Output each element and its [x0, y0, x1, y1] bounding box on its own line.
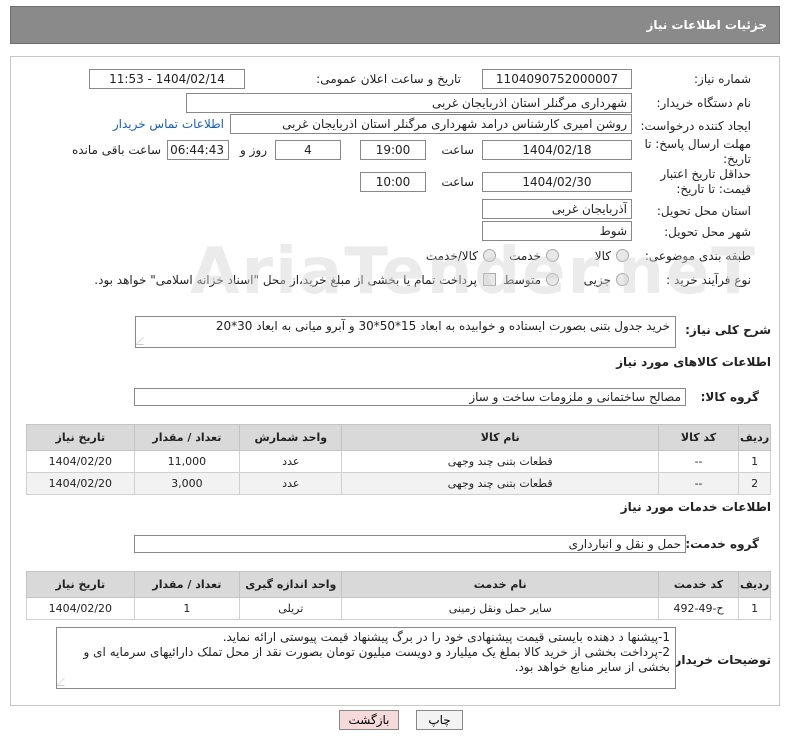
goods-cell-qty: 11,000	[133, 450, 241, 473]
creator-field[interactable]: روشن امیری کارشناس درامد شهرداری مرگنلر …	[230, 114, 632, 134]
details-panel: شماره نیاز: 1104090752000007 تاریخ و ساع…	[10, 56, 780, 706]
goods-table: ردیف کد کالا نام کالا واحد شمارش تعداد /…	[26, 424, 771, 495]
page-title: جزئیات اطلاعات نیاز	[646, 18, 767, 32]
goods-cell-code: --	[657, 472, 740, 495]
category-radio-goods-service[interactable]	[483, 249, 496, 262]
category-radio-goods[interactable]	[616, 249, 629, 262]
buyer-notes-textarea[interactable]: 1-پیشنها د دهنده بایستی قیمت پیشنهادی خو…	[56, 627, 676, 689]
deadline-time-label: ساعت	[441, 143, 474, 157]
deadline-label: مهلت ارسال پاسخ: تا تاریخ:	[644, 137, 751, 166]
category-radio-service[interactable]	[546, 249, 559, 262]
goods-table-header: ردیف کد کالا نام کالا واحد شمارش تعداد /…	[26, 424, 771, 451]
goods-cell-row: 1	[738, 450, 771, 473]
print-button[interactable]: چاپ	[416, 710, 463, 730]
goods-col-date: تاریخ نیاز	[26, 424, 135, 451]
goods-cell-unit: عدد	[239, 472, 343, 495]
province-field[interactable]: آذربایجان غربی	[482, 199, 632, 219]
process-radio-medium[interactable]	[546, 273, 559, 286]
goods-cell-unit: عدد	[239, 450, 343, 473]
province-label: استان محل تحویل:	[656, 204, 751, 218]
validity-time-label: ساعت	[441, 175, 474, 189]
buyer-org-field[interactable]: شهرداری مرگنلر استان اذربایجان غربی	[186, 93, 632, 113]
process-label: نوع فرآیند خرید :	[666, 273, 751, 287]
city-field[interactable]: شوط	[482, 221, 632, 241]
services-col-unit: واحد اندازه گیری	[239, 571, 343, 598]
buyer-notes-label: توضیحات خریدار:	[669, 653, 771, 667]
back-button[interactable]: بازگشت	[339, 710, 399, 730]
deadline-date-field[interactable]: 1404/02/18	[482, 140, 632, 160]
services-col-date: تاریخ نیاز	[26, 571, 135, 598]
services-cell-code: ح-49-492	[657, 597, 740, 620]
treasury-payment-note: پرداخت تمام یا بخشی از مبلغ خرید،از محل …	[94, 273, 477, 287]
need-number-field[interactable]: 1104090752000007	[482, 69, 632, 89]
goods-cell-date: 1404/02/20	[26, 472, 135, 495]
process-radio-minor[interactable]	[616, 273, 629, 286]
announce-label: تاریخ و ساعت اعلان عمومی:	[316, 72, 461, 86]
services-group-label: گروه خدمت:	[685, 537, 759, 551]
services-col-code: کد خدمت	[657, 571, 740, 598]
services-col-row: ردیف	[738, 571, 771, 598]
goods-col-name: نام کالا	[341, 424, 659, 451]
table-row[interactable]: 1 ح-49-492 سایر حمل ونقل زمینی تریلی 1 1…	[26, 597, 771, 620]
goods-cell-row: 2	[738, 472, 771, 495]
goods-cell-qty: 3,000	[133, 472, 241, 495]
resize-grip-icon[interactable]	[56, 678, 72, 686]
services-table-header: ردیف کد خدمت نام خدمت واحد اندازه گیری ت…	[26, 571, 771, 598]
goods-group-label: گروه کالا:	[700, 390, 759, 404]
category-option-service: خدمت	[509, 249, 541, 263]
category-option-goods-service: کالا/خدمت	[425, 249, 478, 263]
goods-cell-name: قطعات بتنی چند وجهی	[341, 450, 659, 473]
services-cell-unit: تریلی	[239, 597, 343, 620]
services-cell-qty: 1	[133, 597, 241, 620]
page-header: جزئیات اطلاعات نیاز	[10, 6, 780, 44]
goods-col-qty: تعداد / مقدار	[133, 424, 241, 451]
table-row[interactable]: 1 -- قطعات بتنی چند وجهی عدد 11,000 1404…	[26, 450, 771, 473]
services-col-name: نام خدمت	[341, 571, 659, 598]
days-field[interactable]: 4	[275, 140, 341, 160]
category-label: طبقه بندی موضوعی:	[644, 249, 751, 263]
goods-cell-code: --	[657, 450, 740, 473]
remaining-label: ساعت باقی مانده	[71, 143, 161, 157]
need-number-label: شماره نیاز:	[694, 72, 751, 86]
goods-section-title: اطلاعات کالاهای مورد نیاز	[616, 355, 771, 369]
description-textarea[interactable]: خرید جدول بتنی بصورت ایستاده و خوابیده ب…	[135, 316, 676, 348]
buyer-org-label: نام دستگاه خریدار:	[656, 96, 752, 110]
goods-col-code: کد کالا	[657, 424, 740, 451]
announce-field[interactable]: 1404/02/14 - 11:53	[89, 69, 245, 89]
services-table: ردیف کد خدمت نام خدمت واحد اندازه گیری ت…	[26, 571, 771, 620]
goods-cell-name: قطعات بتنی چند وجهی	[341, 472, 659, 495]
creator-label: ایجاد کننده درخواست:	[640, 119, 751, 133]
services-col-qty: تعداد / مقدار	[133, 571, 241, 598]
buyer-contact-link[interactable]: اطلاعات تماس خریدار	[113, 117, 224, 131]
goods-col-row: ردیف	[738, 424, 771, 451]
buyer-notes-line-2: 2-پرداخت بخشی از خرید کالا بملغ یک میلیا…	[83, 645, 670, 674]
city-label: شهر محل تحویل:	[664, 225, 751, 239]
category-option-goods: کالا	[594, 249, 611, 263]
remaining-time-field[interactable]: 06:44:43	[167, 140, 229, 160]
services-cell-date: 1404/02/20	[26, 597, 135, 620]
goods-group-field[interactable]: مصالح ساختمانی و ملزومات ساخت و ساز	[134, 388, 686, 406]
buyer-notes-line-1: 1-پیشنها د دهنده بایستی قیمت پیشنهادی خو…	[222, 630, 670, 644]
resize-grip-icon[interactable]	[135, 337, 151, 345]
deadline-time-field[interactable]: 19:00	[360, 140, 426, 160]
services-cell-name: سایر حمل ونقل زمینی	[341, 597, 659, 620]
days-label: روز و	[240, 143, 267, 157]
goods-col-unit: واحد شمارش	[239, 424, 343, 451]
description-label: شرح کلی نیاز:	[685, 323, 771, 337]
table-row[interactable]: 2 -- قطعات بتنی چند وجهی عدد 3,000 1404/…	[26, 472, 771, 495]
services-cell-row: 1	[738, 597, 771, 620]
treasury-payment-checkbox[interactable]	[483, 273, 496, 286]
process-option-medium: متوسط	[503, 273, 541, 287]
process-option-minor: جزیی	[583, 273, 611, 287]
goods-cell-date: 1404/02/20	[26, 450, 135, 473]
description-text: خرید جدول بتنی بصورت ایستاده و خوابیده ب…	[215, 319, 670, 333]
services-section-title: اطلاعات خدمات مورد نیاز	[620, 500, 771, 514]
validity-label: حداقل تاریخ اعتبار قیمت: تا تاریخ:	[660, 167, 751, 196]
validity-date-field[interactable]: 1404/02/30	[482, 172, 632, 192]
validity-time-field[interactable]: 10:00	[360, 172, 426, 192]
services-group-field[interactable]: حمل و نقل و انبارداری	[134, 535, 686, 553]
